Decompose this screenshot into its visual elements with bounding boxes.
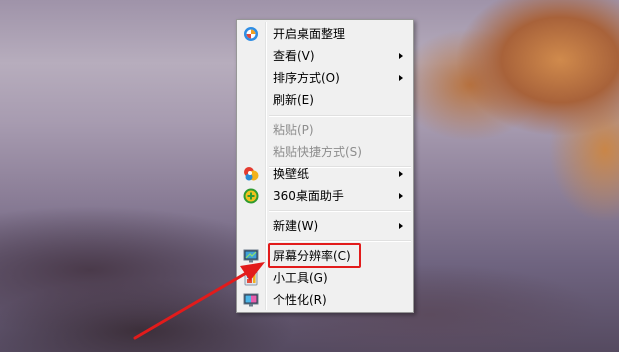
annotation-arrow-icon	[133, 262, 265, 340]
